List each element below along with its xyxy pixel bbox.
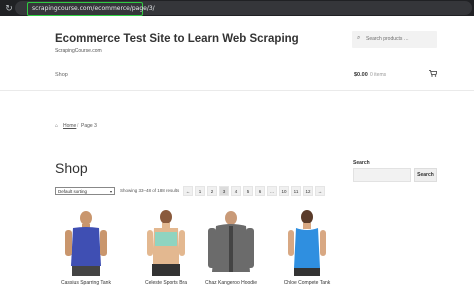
cart-item-count[interactable]: 0 items [370, 72, 386, 78]
pagination-ellipsis: … [267, 186, 277, 196]
product-name[interactable]: Chloe Compete Tank [272, 280, 342, 286]
product-card[interactable]: Chloe Compete Tank [272, 206, 342, 286]
header-divider [0, 90, 474, 91]
product-card[interactable]: Celeste Sports Bra [131, 206, 201, 286]
pagination-page-6[interactable]: 6 [255, 186, 265, 196]
pagination-page-12[interactable]: 12 [303, 186, 313, 196]
search-icon: ⌕ [357, 35, 361, 41]
pagination-page-3-current: 3 [219, 186, 229, 196]
pagination-page-11[interactable]: 11 [291, 186, 301, 196]
pagination-page-10[interactable]: 10 [279, 186, 289, 196]
pagination-page-4[interactable]: 4 [231, 186, 241, 196]
product-name[interactable]: Cassius Sparring Tank [51, 280, 121, 286]
nav-link-shop[interactable]: Shop [55, 72, 68, 78]
site-title[interactable]: Ecommerce Test Site to Learn Web Scrapin… [55, 33, 299, 45]
breadcrumb-separator: / [77, 123, 79, 129]
reload-icon[interactable]: ↻ [4, 3, 14, 13]
search-placeholder: Search products … [366, 36, 409, 42]
result-count: Showing 33–48 of 188 results [120, 188, 180, 193]
product-name[interactable]: Chaz Kangeroo Hoodie [196, 280, 266, 286]
pagination-next[interactable]: → [315, 186, 325, 196]
pagination-prev[interactable]: ← [183, 186, 193, 196]
chevron-down-icon: ▾ [109, 189, 112, 194]
product-search-field[interactable]: ⌕ Search products … [352, 31, 437, 48]
product-image[interactable] [51, 206, 121, 276]
cart-icon[interactable] [429, 70, 438, 79]
page-title: Shop [55, 160, 88, 176]
pagination-page-2[interactable]: 2 [207, 186, 217, 196]
pagination-page-5[interactable]: 5 [243, 186, 253, 196]
home-icon: ⌂ [55, 123, 59, 129]
product-image[interactable] [196, 206, 266, 276]
url-text: scrapingcourse.com/ecommerce/page/3/ [32, 5, 155, 12]
sidebar-search-input[interactable] [353, 168, 411, 182]
product-image[interactable] [272, 206, 342, 276]
product-card[interactable]: Chaz Kangeroo Hoodie [196, 206, 266, 286]
sidebar-search-button[interactable]: Search [414, 168, 437, 182]
sidebar-search-label: Search [353, 160, 370, 166]
browser-toolbar: ↻ scrapingcourse.com/ecommerce/page/3/ [0, 0, 474, 16]
site-description: ScrapingCourse.com [55, 48, 102, 54]
pagination-page-1[interactable]: 1 [195, 186, 205, 196]
cart-total[interactable]: $0.00 [354, 72, 368, 78]
sorting-select[interactable]: Default sorting ▾ [55, 187, 115, 195]
breadcrumb-current: Page 3 [81, 123, 97, 129]
product-name[interactable]: Celeste Sports Bra [131, 280, 201, 286]
address-bar[interactable]: scrapingcourse.com/ecommerce/page/3/ [15, 1, 472, 16]
sorting-value: Default sorting [58, 189, 88, 194]
breadcrumb-home-link[interactable]: Home [63, 123, 76, 129]
pagination: ← 1 2 3 4 5 6 … 10 11 12 → [183, 186, 325, 196]
product-image[interactable] [131, 206, 201, 276]
product-card[interactable]: Cassius Sparring Tank [51, 206, 121, 286]
